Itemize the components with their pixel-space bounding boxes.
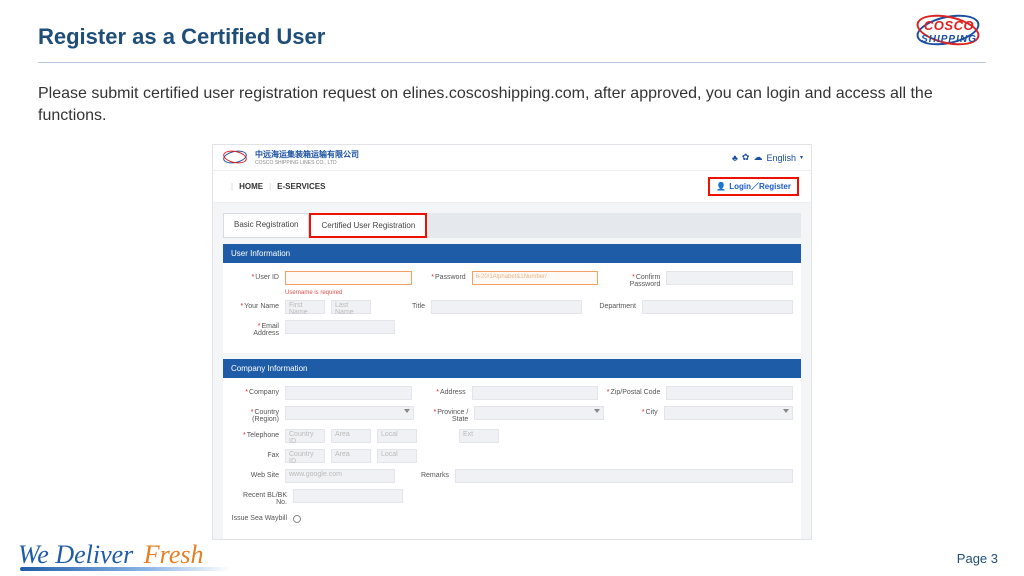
input-fax-local[interactable]: Local — [377, 449, 417, 463]
tagline: We Deliver Fresh — [18, 540, 203, 570]
input-user-id[interactable] — [285, 271, 412, 285]
wechat-icon[interactable]: ☁ — [753, 152, 762, 163]
input-department[interactable] — [642, 300, 793, 314]
tab-basic-registration[interactable]: Basic Registration — [223, 213, 309, 238]
logo-text-shipping: SHIPPING — [906, 34, 992, 45]
label-website: Web Site — [231, 469, 279, 479]
label-recent-bl: Recent BL/BK No. — [231, 489, 287, 506]
input-fax-countryid[interactable]: Country ID — [285, 449, 325, 463]
input-email[interactable] — [285, 320, 395, 334]
label-zip: Zip/Postal Code — [611, 389, 661, 396]
select-city[interactable] — [664, 406, 793, 420]
label-user-id: User ID — [255, 274, 279, 281]
company-name-en: COSCO SHIPPING LINES CO., LTD — [255, 160, 359, 166]
input-title[interactable] — [431, 300, 582, 314]
company-info-form: *Company *Address *Zip/Postal Code *Coun… — [223, 378, 801, 539]
user-icon: 👤 — [716, 182, 726, 191]
input-remarks[interactable] — [455, 469, 793, 483]
label-telephone: Telephone — [247, 432, 279, 439]
site-header: 中远海运集装箱运输有限公司 COSCO SHIPPING LINES CO., … — [213, 145, 811, 171]
input-company[interactable] — [285, 386, 412, 400]
input-tel-local[interactable]: Local — [377, 429, 417, 443]
label-remarks: Remarks — [401, 469, 449, 479]
input-website[interactable]: www.google.com — [285, 469, 395, 483]
label-city: City — [646, 409, 658, 416]
section-user-info: User Information — [223, 244, 801, 263]
radio-issue-swb[interactable] — [293, 515, 301, 523]
label-country: Country (Region) — [252, 409, 279, 423]
input-first-name[interactable]: First Name — [285, 300, 325, 314]
intro-text: Please submit certified user registratio… — [0, 63, 1024, 136]
chevron-down-icon — [594, 409, 600, 413]
label-province: Province / State — [437, 409, 468, 423]
apple-icon[interactable]: ✿ — [742, 152, 750, 163]
cosco-logo: COSCO SHIPPING — [906, 14, 992, 62]
input-address[interactable] — [472, 386, 599, 400]
select-province[interactable] — [474, 406, 603, 420]
label-issue-swb: Issue Sea Waybill — [231, 512, 287, 522]
label-password: Password — [435, 274, 466, 281]
error-username: Username is required — [285, 290, 793, 296]
input-confirm-password[interactable] — [666, 271, 793, 285]
chevron-down-icon — [404, 409, 410, 413]
input-recent-bl[interactable] — [293, 489, 403, 503]
page-number: Page 3 — [957, 551, 998, 566]
language-selector[interactable]: English — [766, 153, 796, 163]
header-right-icons: ♣ ✿ ☁ English▾ — [732, 152, 803, 163]
tab-certified-registration[interactable]: Certified User Registration — [309, 213, 427, 238]
cosco-mini-logo — [221, 150, 249, 166]
input-password[interactable]: 6-20/1Alphabet&1Number/ — [472, 271, 599, 285]
label-company: Company — [249, 389, 279, 396]
registration-tabs: Basic Registration Certified User Regist… — [223, 213, 801, 238]
chevron-down-icon — [783, 409, 789, 413]
input-tel-area[interactable]: Area — [331, 429, 371, 443]
input-tel-countryid[interactable]: Country ID — [285, 429, 325, 443]
input-fax-area[interactable]: Area — [331, 449, 371, 463]
input-last-name[interactable]: Last Name — [331, 300, 371, 314]
label-fax: Fax — [231, 449, 279, 459]
logo-text-cosco: COSCO — [906, 18, 992, 33]
select-country[interactable] — [285, 406, 414, 420]
label-your-name: Your Name — [244, 303, 279, 310]
user-info-form: *User ID *Password 6-20/1Alphabet&1Numbe… — [223, 263, 801, 353]
label-title: Title — [377, 300, 425, 310]
section-company-info: Company Information — [223, 359, 801, 378]
login-register-link[interactable]: 👤Login／Register — [708, 177, 799, 196]
page-title: Register as a Certified User — [38, 24, 325, 50]
company-name-cn: 中远海运集装箱运输有限公司 — [255, 149, 359, 160]
nav-home[interactable]: HOME — [239, 182, 263, 191]
embedded-screenshot: 中远海运集装箱运输有限公司 COSCO SHIPPING LINES CO., … — [212, 144, 812, 540]
android-icon[interactable]: ♣ — [732, 153, 738, 163]
label-department: Department — [588, 300, 636, 310]
nav-eservices[interactable]: E-SERVICES — [277, 182, 325, 191]
input-tel-ext[interactable]: Ext — [459, 429, 499, 443]
input-zip[interactable] — [666, 386, 793, 400]
label-address: Address — [440, 389, 466, 396]
main-nav: | HOME | E-SERVICES 👤Login／Register — [213, 171, 811, 203]
